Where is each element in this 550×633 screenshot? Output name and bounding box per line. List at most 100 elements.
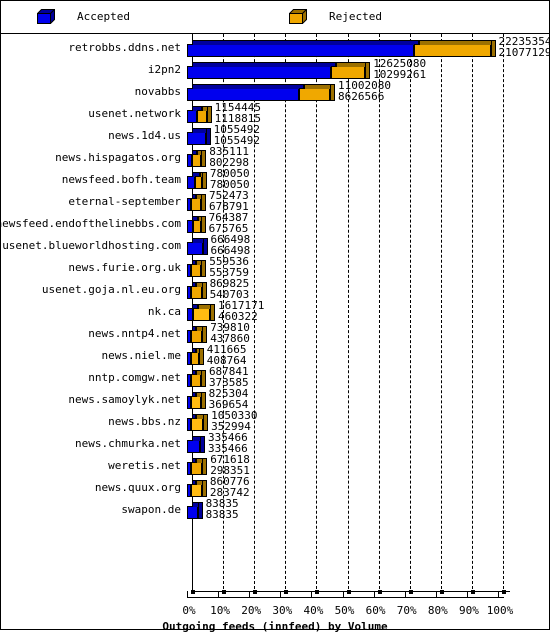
axis-line-back [193,591,510,592]
bar-face [191,198,201,211]
bar-value-labels: 12625080 10299261 [373,58,426,80]
bar-face [187,440,201,453]
bar-value-labels: 764387 675765 [209,212,249,234]
value-rejected: 21077129 [498,46,550,59]
chart-row: newsfeed.bofh.team 780050 780050 [1,168,549,191]
axis-tick-label: 10% [210,604,231,617]
bar-value-labels: 11002080 8626566 [338,80,391,102]
axis-tick-label: 30% [272,604,293,617]
bar-side [197,502,203,519]
bar-value-labels: 687841 373585 [209,366,249,388]
row-label: news.chmurka.net [75,437,181,450]
bar-face [191,352,199,365]
row-label: news.nntp4.net [88,327,181,340]
axis-tick [498,591,499,598]
chart-row: nk.ca 1617171 460322 [1,300,549,323]
row-label: news.samoylyk.net [68,393,181,406]
stacked-bar [187,172,207,189]
chart-row: newsfeed.endofthelinebbs.com 764387 675765 [0,212,549,235]
bar-value-labels: 335466 335466 [208,432,248,454]
bar-side [202,238,208,255]
chart-row: usenet.blueworldhosting.com 666498 666498 [1,234,549,257]
chart-row: news.nntp4.net 739810 437860 [1,322,549,345]
bar-side [198,348,204,365]
row-label: news.furie.org.uk [68,261,181,274]
chart-x-axis: 0% 10% 20% 30% 40% 50% 60% 70% 80% 90% 100% Outgoi… [1,590,549,633]
bar-face [191,396,201,409]
bar-side [201,150,207,167]
axis-tick [342,591,344,598]
axis-tick-back [346,590,351,594]
chart-row: news.furie.org.uk 559536 553759 [1,256,549,279]
bar-face [191,154,202,167]
bar-face [330,66,366,79]
chart-window: Accepted Rejected retrobbs.ddns.net 22235… [0,0,550,633]
bar-face [187,88,300,101]
cube-icon [289,9,307,24]
bar-face [187,66,331,79]
bar-face [187,242,203,255]
bar-value-labels: 666498 666498 [211,234,251,256]
axis-tick-label: 0% [182,604,196,617]
bar-face [187,506,198,519]
bar-face [194,176,202,189]
stacked-bar [187,348,204,365]
stacked-bar [187,304,215,321]
bar-value-labels: 752473 678791 [209,190,249,212]
bar-face [187,44,415,57]
axis-tick-back [222,590,227,594]
axis-tick-label: 80% [427,604,448,617]
x-axis-title: Outgoing feeds (innfeed) by Volume [162,620,388,633]
bar-face [191,286,202,299]
chart-row: retrobbs.ddns.net 22235354 21077129 [1,36,550,59]
bar-side [202,458,208,475]
bar-side [490,40,496,57]
bar-top [192,84,305,89]
bar-face [187,132,206,145]
bar-face [192,220,201,233]
axis-tick [311,591,313,598]
stacked-bar [187,502,203,519]
axis-tick-back [439,590,444,594]
axis-tick [435,591,437,598]
axis-tick-back [502,590,506,594]
bar-side [210,304,215,321]
chart-row: news.samoylyk.net 825304 369654 [1,388,549,411]
bar-side [206,106,212,123]
row-label: news.1d4.us [108,129,181,142]
bar-side [200,216,206,233]
stacked-bar [187,414,209,431]
axis-tick-back [315,590,320,594]
bar-face [187,110,197,123]
axis-tick [404,591,406,598]
row-label: news.quux.org [94,481,181,494]
row-label: eternal-september [68,195,181,208]
axis-tick [373,591,375,598]
axis-tick [280,591,282,598]
chart-row: eternal-september 752473 678791 [1,190,549,213]
bar-value-labels: 869825 540703 [210,278,250,300]
chart-row: news.hispagatos.org 835111 802298 [1,146,549,169]
bar-value-labels: 825304 369654 [209,388,249,410]
chart-row: news.niel.me 411665 408764 [1,344,549,367]
stacked-bar [187,128,211,145]
chart-row: news.quux.org 860776 283742 [1,476,549,499]
stacked-bar [187,40,496,57]
bar-top [192,62,336,67]
bar-value-labels: 1050330 352994 [211,410,257,432]
axis-tick-label: 60% [365,604,386,617]
bar-value-labels: 835111 802298 [209,146,249,168]
axis-tick [218,591,220,598]
chart-plot-area: retrobbs.ddns.net 22235354 21077129 i2pn2 12… [0,34,550,633]
stacked-bar [187,216,206,233]
value-rejected: 83835 [205,508,239,521]
bar-face [187,176,195,189]
bar-face [191,374,201,387]
stacked-bar [187,436,206,453]
axis-tick-back [191,590,195,594]
row-label: usenet.network [88,107,181,120]
stacked-bar [187,370,206,387]
bar-value-labels: 22235354 21077129 [499,36,550,58]
row-label: swapon.de [121,503,181,516]
legend-label-rejected: Rejected [329,10,382,23]
